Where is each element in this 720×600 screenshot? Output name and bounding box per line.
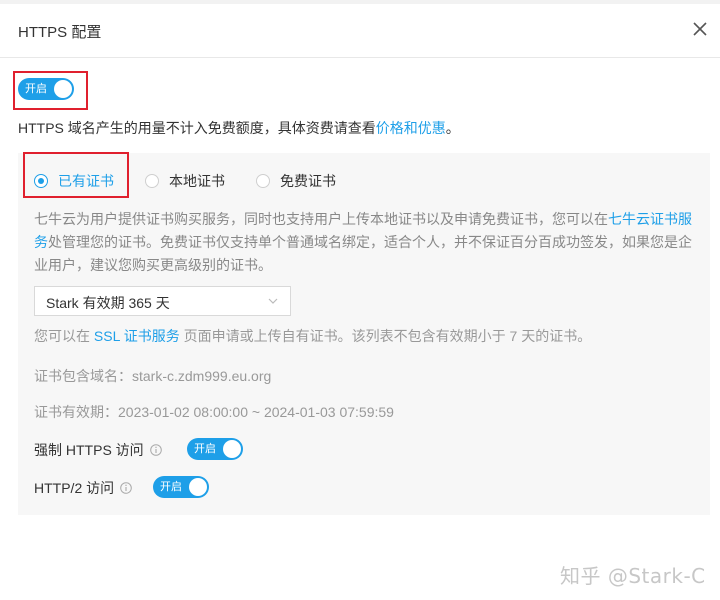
cert-select[interactable]: Stark 有效期 365 天	[34, 286, 291, 316]
cert-domain: 证书包含域名：stark-c.zdm999.eu.org	[34, 368, 272, 384]
pricing-link[interactable]: 价格和优惠	[376, 120, 446, 136]
radio-existing-cert[interactable]: 已有证书	[34, 171, 114, 191]
radio-free-cert[interactable]: 免费证书	[256, 171, 336, 191]
radio-label: 已有证书	[58, 173, 114, 189]
switch-knob	[54, 80, 72, 98]
force-https-label: 强制 HTTPS 访问	[34, 442, 144, 458]
ssl-hint-text: 您可以在	[34, 328, 90, 344]
http2-switch[interactable]: 开启	[153, 476, 209, 498]
http2-label: HTTP/2 访问	[34, 480, 115, 496]
dialog-header: HTTPS 配置	[0, 4, 720, 58]
radio-dot	[256, 174, 270, 188]
radio-dot	[145, 174, 159, 188]
https-enable-switch[interactable]: 开启	[18, 78, 74, 100]
force-https-switch[interactable]: 开启	[187, 438, 243, 460]
cert-info-text-2: 处管理您的证书。免费证书仅支持单个普通域名绑定，适合个人，并不保证百分百成功签发…	[34, 234, 692, 273]
ssl-service-link[interactable]: SSL 证书服务	[94, 328, 180, 344]
chevron-down-icon	[268, 298, 278, 304]
force-https-row: 强制 HTTPS 访问	[34, 440, 162, 460]
radio-dot	[34, 174, 48, 188]
switch-label: 开启	[25, 83, 47, 95]
billing-description: HTTPS 域名产生的用量不计入免费额度，具体资费请查看价格和优惠。	[18, 118, 460, 138]
ssl-hint-text-2: 页面申请或上传自有证书。该列表不包含有效期小于 7 天的证书。	[183, 328, 592, 344]
ssl-hint: 您可以在 SSL 证书服务 页面申请或上传自有证书。该列表不包含有效期小于 7 …	[34, 326, 591, 346]
billing-text: HTTPS 域名产生的用量不计入免费额度，具体资费请查看	[18, 120, 376, 136]
switch-knob	[189, 478, 207, 496]
cert-validity: 证书有效期：2023-01-02 08:00:00 ~ 2024-01-03 0…	[34, 404, 394, 420]
radio-local-cert[interactable]: 本地证书	[145, 171, 225, 191]
radio-label: 本地证书	[169, 173, 225, 189]
switch-label: 开启	[194, 443, 216, 455]
cert-info-text: 七牛云为用户提供证书购买服务，同时也支持用户上传本地证书以及申请免费证书，您可以…	[34, 211, 608, 227]
billing-tail: 。	[445, 120, 460, 136]
info-icon[interactable]	[149, 444, 162, 456]
watermark: 知乎 @Stark-C	[560, 564, 706, 588]
cert-select-value: Stark 有效期 365 天	[46, 295, 170, 311]
switch-knob	[223, 440, 241, 458]
radio-label: 免费证书	[280, 173, 336, 189]
close-icon[interactable]	[690, 18, 710, 40]
cert-info-paragraph: 七牛云为用户提供证书购买服务，同时也支持用户上传本地证书以及申请免费证书，您可以…	[34, 208, 694, 277]
http2-row: HTTP/2 访问	[34, 478, 132, 498]
info-icon[interactable]	[120, 482, 132, 494]
dialog-title: HTTPS 配置	[18, 24, 102, 41]
switch-label: 开启	[160, 481, 182, 493]
